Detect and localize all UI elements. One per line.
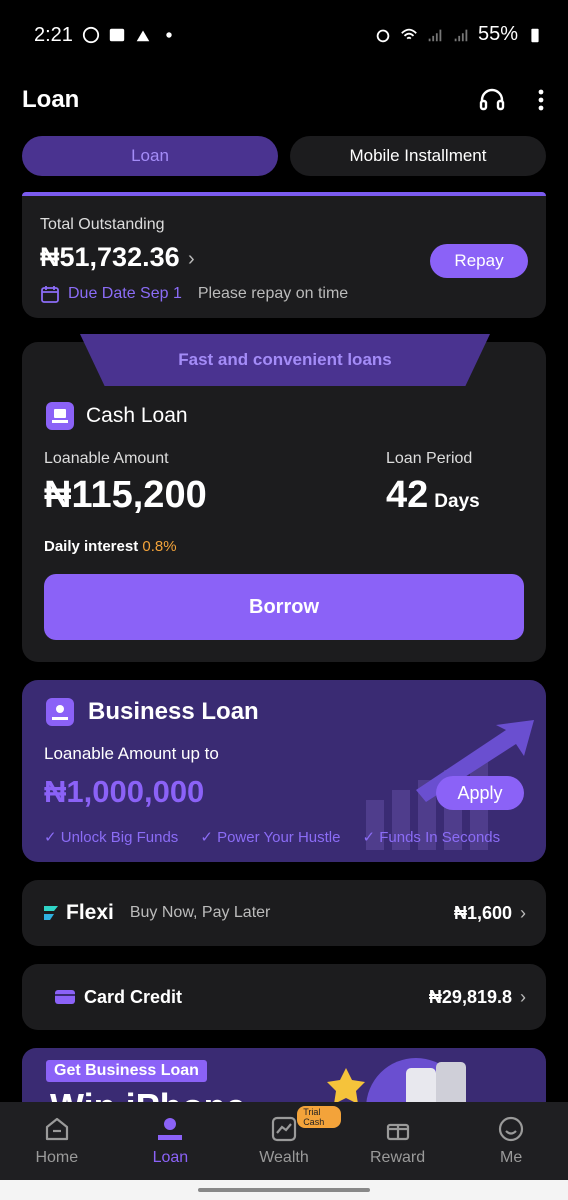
card-credit-row[interactable]: Card Credit ₦29,819.8 › bbox=[22, 964, 546, 1030]
status-bar: 2:21 55% bbox=[0, 0, 568, 70]
calendar-icon bbox=[41, 286, 59, 303]
loanable-amount-label: Loanable Amount bbox=[44, 450, 169, 467]
loan-period-value-row: 42 Days bbox=[386, 474, 480, 517]
business-loan-amount: ₦1,000,000 bbox=[44, 774, 205, 809]
feature-label: Unlock Big Funds bbox=[60, 829, 179, 846]
cash-loan-header: Cash Loan bbox=[46, 402, 188, 430]
flexi-row[interactable]: Flexi Buy Now, Pay Later ₦1,600 › bbox=[22, 880, 546, 946]
app-notification-icon bbox=[136, 30, 150, 42]
flexi-tagline: Buy Now, Pay Later bbox=[129, 904, 271, 921]
promo-tag: Get Business Loan bbox=[46, 1060, 207, 1082]
bottom-nav: Home Loan Trial Cash Wealth Reward Me bbox=[0, 1102, 568, 1180]
whatsapp-icon bbox=[82, 26, 100, 44]
feature-item: ✓ Unlock Big Funds bbox=[44, 828, 178, 846]
flexi-amount-row: ₦1,600 › bbox=[454, 903, 526, 924]
business-loan-subtitle: Loanable Amount up to bbox=[44, 744, 219, 763]
feature-label: Funds In Seconds bbox=[379, 829, 501, 846]
nav-wealth[interactable]: Trial Cash Wealth bbox=[227, 1102, 341, 1180]
feature-item: ✓ Funds In Seconds bbox=[362, 828, 500, 846]
card-credit-amount: ₦29,819.8 bbox=[428, 986, 512, 1007]
status-time: 2:21 bbox=[34, 24, 73, 46]
nav-reward-label: Reward bbox=[370, 1149, 426, 1166]
repay-button[interactable]: Repay bbox=[430, 244, 528, 278]
repay-reminder: Please repay on time bbox=[197, 285, 349, 302]
loan-icon bbox=[158, 1118, 183, 1140]
apply-button[interactable]: Apply bbox=[436, 776, 524, 810]
daily-interest-label: Daily interest bbox=[44, 538, 143, 555]
business-loan-icon bbox=[46, 698, 74, 726]
chevron-right-icon[interactable]: › bbox=[188, 248, 195, 271]
due-date-row: Due Date Sep 1 Please repay on time bbox=[40, 284, 348, 304]
check-icon: ✓ bbox=[44, 829, 61, 846]
loan-tabs: Loan Mobile Installment bbox=[22, 136, 546, 176]
alarm-icon bbox=[376, 29, 390, 42]
fast-loans-banner: Fast and convenient loans bbox=[80, 334, 490, 386]
trial-cash-badge: Trial Cash bbox=[297, 1106, 341, 1128]
signal-icon-2 bbox=[454, 29, 468, 41]
nav-loan[interactable]: Loan bbox=[114, 1102, 228, 1180]
nav-home-label: Home bbox=[35, 1149, 79, 1166]
more-options-icon[interactable] bbox=[536, 88, 546, 112]
card-credit-label: Card Credit bbox=[84, 986, 183, 1007]
home-indicator[interactable] bbox=[198, 1188, 370, 1192]
nav-loan-label: Loan bbox=[152, 1149, 189, 1166]
business-loan-features: ✓ Unlock Big Funds ✓ Power Your Hustle ✓… bbox=[44, 828, 500, 846]
borrow-button[interactable]: Borrow bbox=[44, 574, 524, 640]
loan-period-label: Loan Period bbox=[386, 450, 473, 467]
business-loan-card[interactable]: Business Loan Loanable Amount up to ₦1,0… bbox=[22, 680, 546, 862]
home-icon bbox=[45, 1117, 68, 1141]
chevron-right-icon: › bbox=[520, 986, 526, 1007]
page-title: Loan bbox=[22, 86, 80, 113]
image-icon bbox=[109, 28, 125, 42]
nav-wealth-label: Wealth bbox=[259, 1149, 309, 1166]
flexi-logo: Flexi bbox=[42, 901, 114, 925]
nav-me[interactable]: Me bbox=[454, 1102, 568, 1180]
business-loan-title: Business Loan bbox=[88, 698, 259, 725]
headset-icon[interactable] bbox=[478, 86, 506, 114]
app-header: Loan bbox=[22, 80, 546, 120]
status-right: 55% bbox=[374, 23, 544, 46]
cash-loan-title: Cash Loan bbox=[86, 404, 188, 427]
credit-card-icon bbox=[55, 990, 75, 1004]
daily-interest-rate: 0.8% bbox=[142, 538, 177, 555]
wifi-icon bbox=[401, 28, 417, 39]
card-credit-label-row: Card Credit bbox=[54, 987, 182, 1008]
wealth-chart-icon bbox=[271, 1116, 297, 1142]
check-icon: ✓ bbox=[362, 829, 380, 846]
flexi-logo-icon bbox=[44, 906, 58, 920]
smile-icon bbox=[499, 1116, 524, 1142]
check-icon: ✓ bbox=[200, 829, 218, 846]
tab-mobile-installment[interactable]: Mobile Installment bbox=[290, 136, 546, 176]
cash-loan-icon bbox=[46, 402, 74, 430]
card-credit-amount-row: ₦29,819.8 › bbox=[429, 987, 526, 1008]
loan-period-value: 42 bbox=[386, 474, 429, 516]
cash-loan-card: Fast and convenient loans Cash Loan Loan… bbox=[22, 334, 546, 662]
loanable-amount-value: ₦115,200 bbox=[44, 474, 207, 516]
header-actions bbox=[478, 86, 546, 114]
status-left-icons bbox=[82, 26, 178, 44]
gesture-bar bbox=[0, 1180, 568, 1200]
battery-percent: 55% bbox=[477, 23, 518, 45]
outstanding-card: Total Outstanding ₦51,732.36 › Due Date … bbox=[22, 192, 546, 318]
battery-icon bbox=[531, 28, 539, 42]
signal-icon bbox=[428, 29, 442, 41]
nav-home[interactable]: Home bbox=[0, 1102, 114, 1180]
business-loan-header: Business Loan bbox=[46, 698, 259, 726]
nav-reward[interactable]: Reward bbox=[341, 1102, 455, 1180]
tab-loan[interactable]: Loan bbox=[22, 136, 278, 176]
flexi-name: Flexi bbox=[66, 901, 114, 924]
feature-label: Power Your Hustle bbox=[217, 829, 341, 846]
gift-icon bbox=[386, 1123, 409, 1141]
flexi-amount: ₦1,600 bbox=[453, 902, 512, 923]
outstanding-amount[interactable]: ₦51,732.36 bbox=[40, 242, 180, 273]
daily-interest: Daily interest 0.8% bbox=[44, 538, 177, 555]
feature-item: ✓ Power Your Hustle bbox=[200, 828, 340, 846]
due-date: Due Date Sep 1 bbox=[68, 285, 182, 302]
loan-period-unit: Days bbox=[434, 491, 480, 512]
chevron-right-icon: › bbox=[520, 902, 526, 923]
outstanding-label: Total Outstanding bbox=[40, 216, 165, 233]
nav-me-label: Me bbox=[500, 1149, 523, 1166]
dot-icon bbox=[166, 32, 172, 38]
